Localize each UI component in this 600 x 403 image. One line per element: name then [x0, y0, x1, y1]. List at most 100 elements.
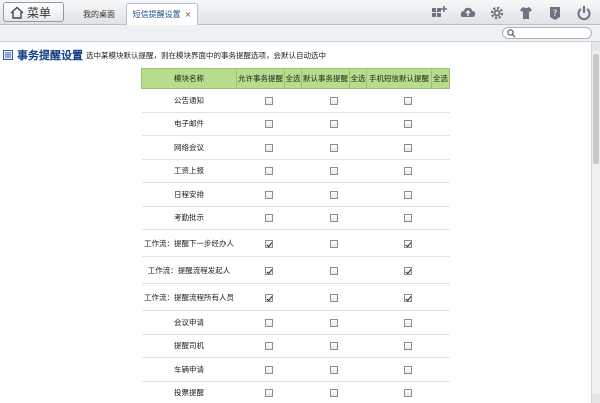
menu-button[interactable]: 菜单	[3, 2, 64, 22]
page-description: 选中某模块默认提醒，则在模块界面中的事务提醒选项，会默认自动选中	[86, 50, 326, 60]
allow-reminder-checkbox[interactable]	[265, 214, 273, 223]
sms-default-reminder-cell	[366, 182, 450, 207]
scroll-down-button[interactable]	[592, 394, 600, 403]
allow-reminder-cell	[236, 357, 302, 382]
default-reminder-cell	[301, 381, 367, 403]
table-row: 公告通知	[141, 88, 450, 113]
power-icon[interactable]	[576, 5, 592, 21]
allow-reminder-cell	[236, 159, 302, 183]
main-content: 事务提醒设置 选中某模块默认提醒，则在模块界面中的事务提醒选项，会默认自动选中 …	[0, 42, 591, 403]
add-shortcut-icon[interactable]	[431, 5, 447, 21]
sms-default-reminder-checkbox[interactable]	[404, 214, 412, 223]
table-row: 工作流：提醒下一步经办人	[141, 229, 450, 257]
sms-default-reminder-checkbox[interactable]	[404, 143, 412, 152]
default-reminder-cell	[301, 310, 367, 335]
sms-default-reminder-checkbox[interactable]	[404, 120, 412, 129]
close-icon[interactable]: ×	[185, 10, 192, 19]
allow-reminder-checkbox[interactable]	[265, 239, 273, 248]
search-input[interactable]	[502, 27, 592, 39]
sms-default-reminder-checkbox[interactable]	[404, 389, 412, 398]
settings-icon[interactable]	[489, 5, 505, 21]
allow-reminder-checkbox[interactable]	[265, 167, 273, 176]
default-reminder-cell	[301, 112, 367, 136]
default-reminder-checkbox[interactable]	[330, 389, 338, 398]
allow-reminder-checkbox[interactable]	[265, 342, 273, 351]
default-reminder-checkbox[interactable]	[330, 266, 338, 275]
allow-reminder-checkbox[interactable]	[265, 143, 273, 152]
sms-default-reminder-checkbox[interactable]	[404, 342, 412, 351]
sms-default-reminder-cell	[366, 229, 450, 257]
default-reminder-checkbox[interactable]	[330, 293, 338, 302]
allow-reminder-checkbox[interactable]	[265, 96, 273, 105]
tool-icons: ?	[431, 5, 592, 21]
default-reminder-checkbox[interactable]	[330, 143, 338, 152]
vertical-scrollbar[interactable]	[591, 42, 600, 403]
default-reminder-checkbox[interactable]	[330, 342, 338, 351]
module-name: 电子邮件	[141, 112, 237, 136]
tab-my-desktop[interactable]: 我的桌面	[73, 3, 125, 25]
sms-default-reminder-checkbox[interactable]	[404, 239, 412, 248]
allow-reminder-cell	[236, 112, 302, 136]
allow-reminder-checkbox[interactable]	[265, 190, 273, 199]
scroll-up-button[interactable]	[592, 42, 600, 51]
allow-reminder-checkbox[interactable]	[265, 389, 273, 398]
select-all-allow[interactable]: 全选	[284, 68, 302, 89]
allow-reminder-cell	[236, 310, 302, 335]
table-row: 会议申请	[141, 310, 450, 335]
default-reminder-cell	[301, 334, 367, 358]
sms-default-reminder-checkbox[interactable]	[404, 167, 412, 176]
allow-reminder-cell	[236, 229, 302, 257]
sms-default-reminder-cell	[366, 283, 450, 311]
default-reminder-checkbox[interactable]	[330, 96, 338, 105]
column-header-module: 模块名称	[141, 68, 237, 89]
cloud-icon[interactable]	[460, 5, 476, 21]
sms-default-reminder-cell	[366, 310, 450, 335]
allow-reminder-checkbox[interactable]	[265, 293, 273, 302]
allow-reminder-checkbox[interactable]	[265, 365, 273, 374]
table-row: 提醒司机	[141, 334, 450, 358]
shirt-icon[interactable]	[518, 5, 534, 21]
sms-default-reminder-checkbox[interactable]	[404, 365, 412, 374]
default-reminder-checkbox[interactable]	[330, 318, 338, 327]
default-reminder-checkbox[interactable]	[330, 365, 338, 374]
default-reminder-checkbox[interactable]	[330, 120, 338, 129]
module-name: 工资上报	[141, 159, 237, 183]
module-name: 车辆申请	[141, 357, 237, 382]
sms-default-reminder-checkbox[interactable]	[404, 96, 412, 105]
sms-default-reminder-checkbox[interactable]	[404, 266, 412, 275]
sms-default-reminder-checkbox[interactable]	[404, 318, 412, 327]
allow-reminder-cell	[236, 182, 302, 207]
default-reminder-checkbox[interactable]	[330, 190, 338, 199]
default-reminder-cell	[301, 182, 367, 207]
select-all-default[interactable]: 全选	[349, 68, 367, 89]
module-name: 工作流：提醒流程所有人员	[141, 283, 237, 311]
module-name: 会议申请	[141, 310, 237, 335]
help-icon[interactable]: ?	[547, 5, 563, 21]
scroll-thumb[interactable]	[593, 54, 599, 164]
sms-default-reminder-cell	[366, 381, 450, 403]
search-bar	[0, 25, 600, 42]
sms-default-reminder-cell	[366, 88, 450, 113]
select-all-sms[interactable]: 全选	[431, 68, 450, 89]
table-row: 投票提醒	[141, 381, 450, 403]
tab-sms-reminder-settings[interactable]: 短信提醒设置 ×	[126, 3, 198, 25]
default-reminder-checkbox[interactable]	[330, 214, 338, 223]
sms-default-reminder-checkbox[interactable]	[404, 190, 412, 199]
tab-label: 我的桌面	[83, 9, 115, 19]
allow-reminder-cell	[236, 88, 302, 113]
default-reminder-cell	[301, 256, 367, 284]
page-title: 事务提醒设置	[17, 49, 83, 62]
table-row: 考勤批示	[141, 206, 450, 230]
default-reminder-checkbox[interactable]	[330, 167, 338, 176]
sms-default-reminder-cell	[366, 357, 450, 382]
home-icon	[10, 6, 24, 19]
allow-reminder-checkbox[interactable]	[265, 318, 273, 327]
table-row: 工作流：提醒流程所有人员	[141, 283, 450, 311]
allow-reminder-cell	[236, 283, 302, 311]
allow-reminder-cell	[236, 256, 302, 284]
sms-default-reminder-checkbox[interactable]	[404, 293, 412, 302]
sms-default-reminder-cell	[366, 334, 450, 358]
default-reminder-checkbox[interactable]	[330, 239, 338, 248]
allow-reminder-checkbox[interactable]	[265, 266, 273, 275]
allow-reminder-checkbox[interactable]	[265, 120, 273, 129]
